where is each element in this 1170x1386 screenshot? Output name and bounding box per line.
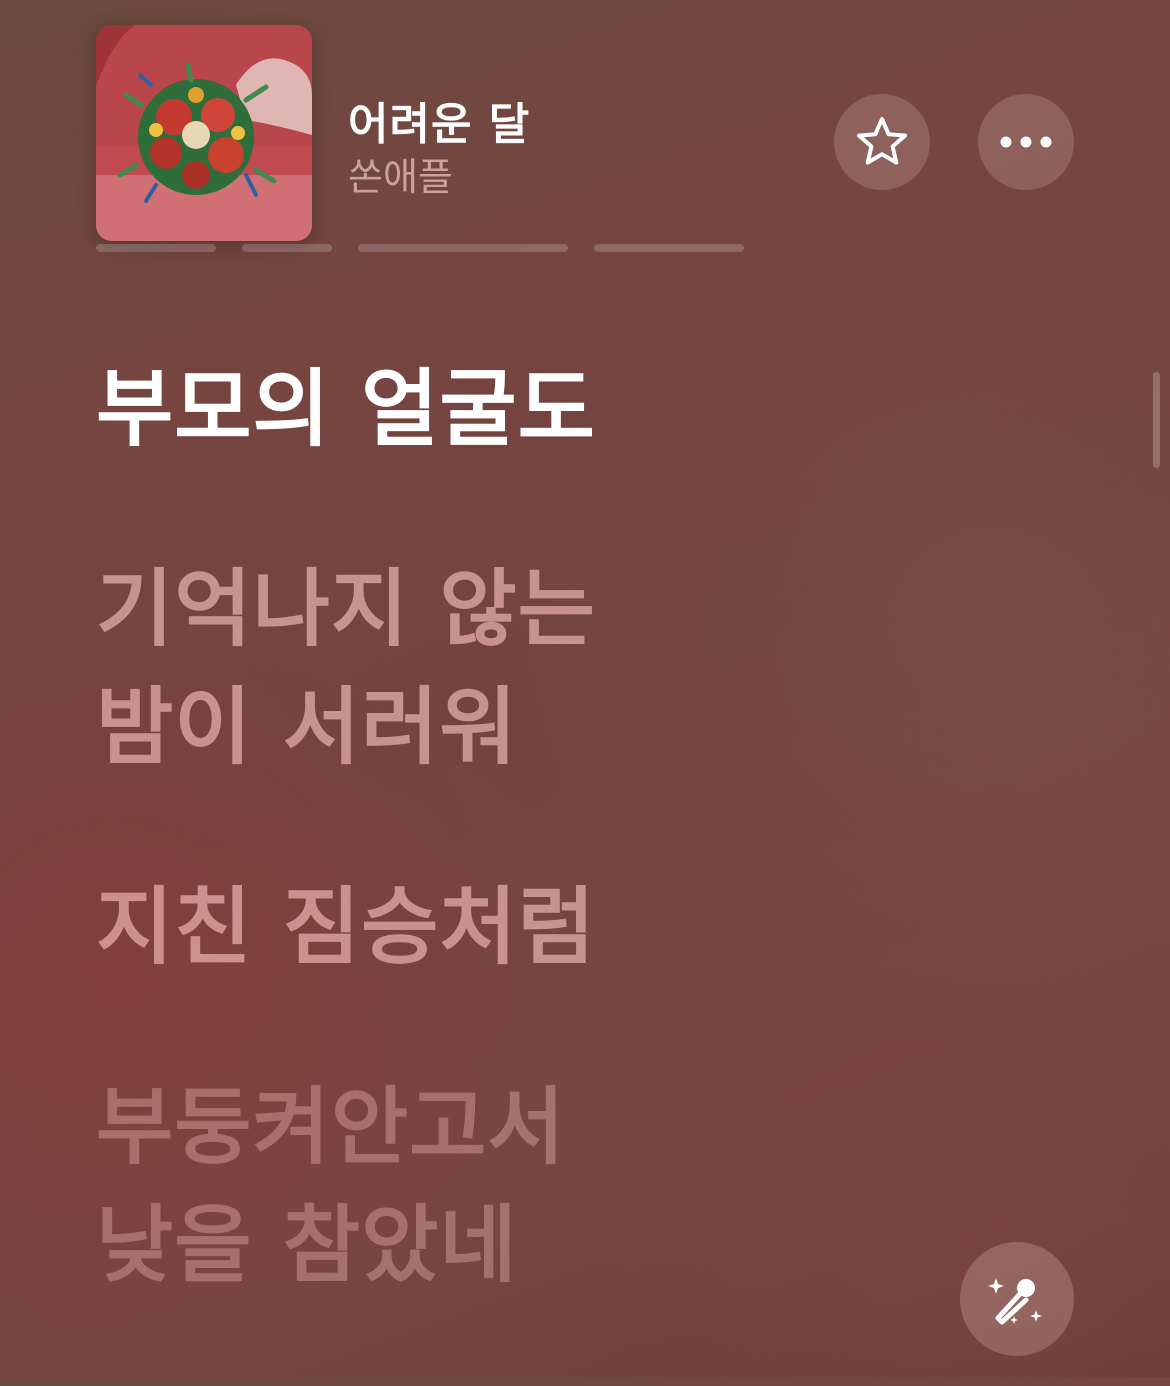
lyric-line[interactable]: 기억나지 않는: [96, 550, 1096, 668]
lyric-block-upcoming[interactable]: 지친 짐승처럼: [96, 868, 1096, 986]
lyrics-view[interactable]: 부모의 얼굴도 기억나지 않는 밤이 서러워 지친 짐승처럼 부둥켜안고서 낮을…: [96, 350, 1096, 1386]
now-playing-header: 어려운 달 쏜애플: [0, 0, 1170, 250]
previous-lyric-fragment: [96, 222, 816, 262]
song-title[interactable]: 어려운 달: [348, 88, 530, 152]
lyric-line[interactable]: 낮을 참았네: [96, 1186, 1096, 1304]
lyric-line-current[interactable]: 부모의 얼굴도: [96, 350, 1096, 468]
lyric-line[interactable]: 지친 짐승처럼: [96, 868, 1096, 986]
lyric-block-upcoming[interactable]: 기억나지 않는 밤이 서러워: [96, 550, 1096, 786]
star-outline-icon: [857, 117, 907, 165]
microphone-sparkles-icon: [988, 1278, 1042, 1325]
album-artwork[interactable]: [96, 25, 312, 241]
lyric-line[interactable]: 부둥켜안고서: [96, 1068, 1096, 1186]
more-options-button[interactable]: [978, 94, 1074, 190]
sing-along-button[interactable]: [960, 1242, 1074, 1356]
scroll-indicator[interactable]: [1153, 372, 1160, 468]
favorite-button[interactable]: [834, 94, 930, 190]
artist-name[interactable]: 쏜애플: [348, 146, 453, 201]
lyric-block-upcoming[interactable]: 부둥켜안고서 낮을 참았네: [96, 1068, 1096, 1304]
lyric-line[interactable]: 밤이 서러워: [96, 668, 1096, 786]
ellipsis-icon: [1000, 136, 1052, 148]
lyric-block-current[interactable]: 부모의 얼굴도: [96, 350, 1096, 468]
